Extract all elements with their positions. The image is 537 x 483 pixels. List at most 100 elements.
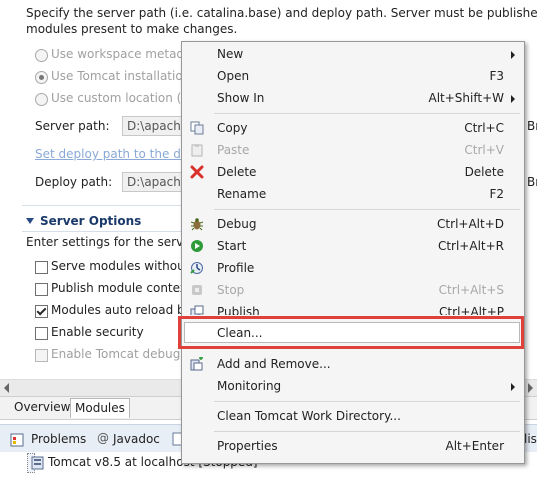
checkbox-enable-tomcat-debug-label: Enable Tomcat debug	[51, 347, 181, 361]
server-list-item[interactable]: Tomcat v8.5 at localhost [Stopped]	[27, 453, 258, 473]
checkbox-enable-security-label: Enable security	[51, 325, 144, 339]
menu-item-publish[interactable]: Publish Ctrl+Alt+P	[182, 301, 524, 315]
submenu-arrow-icon	[511, 95, 515, 103]
menu-item-monitoring[interactable]: Monitoring	[182, 375, 524, 397]
section-divider	[22, 205, 182, 206]
server-locations-description-1: Specify the server path (i.e. catalina.b…	[26, 6, 537, 20]
radio-use-tomcat-installation-label: Use Tomcat installation	[51, 69, 191, 83]
menu-item-new[interactable]: New	[182, 43, 524, 65]
submenu-arrow-icon	[511, 383, 515, 391]
menu-item-copy[interactable]: Copy Ctrl+C	[182, 117, 524, 139]
view-tab-truncated[interactable]: list	[524, 432, 537, 446]
checkbox-serve-modules[interactable]	[35, 261, 48, 274]
menu-item-properties-label: Properties	[217, 439, 278, 453]
menu-item-rename[interactable]: Rename F2	[182, 183, 524, 205]
menu-item-paste-shortcut: Ctrl+V	[464, 143, 504, 157]
menu-item-rename-shortcut: F2	[489, 187, 504, 201]
menu-item-properties-shortcut: Alt+Enter	[445, 439, 504, 453]
stop-icon	[192, 285, 202, 295]
scroll-left-arrow-icon[interactable]	[4, 383, 9, 393]
menu-separator	[214, 209, 520, 210]
menu-item-add-and-remove-label: Add and Remove...	[217, 357, 331, 371]
checkbox-serve-modules-label: Serve modules without	[51, 259, 190, 273]
server-path-field[interactable]: D:\apache	[122, 116, 188, 136]
menu-separator	[214, 113, 520, 114]
browse-server-path-button[interactable]: Br	[527, 119, 537, 133]
profile-icon	[190, 262, 203, 274]
radio-use-workspace[interactable]	[35, 49, 48, 62]
checkbox-modules-auto-reload-label: Modules auto reload b	[51, 303, 185, 317]
submenu-arrow-icon	[511, 51, 515, 59]
menu-item-rename-label: Rename	[217, 187, 267, 201]
checkbox-modules-auto-reload[interactable]	[35, 305, 48, 318]
menu-item-clean-tomcat-work-directory[interactable]: Clean Tomcat Work Directory...	[182, 405, 524, 427]
start-icon	[191, 240, 203, 252]
delete-icon	[190, 165, 204, 179]
highlight-box	[178, 316, 524, 349]
view-tab-problems[interactable]: Problems	[31, 432, 86, 446]
section-header-underline	[22, 231, 182, 232]
checkbox-enable-tomcat-debug[interactable]	[35, 349, 48, 362]
menu-item-start[interactable]: Start Ctrl+Alt+R	[182, 235, 524, 257]
menu-item-delete-label: Delete	[217, 165, 257, 179]
tab-modules[interactable]: Modules	[70, 398, 130, 418]
view-tab-javadoc[interactable]: Javadoc	[113, 432, 160, 446]
copy-icon	[190, 121, 204, 135]
menu-item-stop-shortcut: Ctrl+Alt+S	[438, 283, 504, 297]
server-options-title: Server Options	[40, 214, 142, 228]
problems-icon	[10, 433, 24, 447]
server-locations-description-2: modules present to make changes.	[26, 22, 238, 36]
menu-item-start-shortcut: Ctrl+Alt+R	[437, 239, 504, 253]
menu-item-debug[interactable]: Debug Ctrl+Alt+D	[182, 213, 524, 235]
checkbox-publish-module-contexts-label: Publish module contex	[51, 281, 187, 295]
javadoc-icon: @	[97, 431, 109, 445]
menu-item-debug-label: Debug	[217, 217, 257, 231]
browse-deploy-path-button[interactable]: Br	[527, 175, 537, 189]
menu-item-publish-shortcut: Ctrl+Alt+P	[439, 305, 504, 315]
menu-item-add-and-remove[interactable]: Add and Remove...	[182, 353, 524, 375]
radio-use-tomcat-installation[interactable]	[35, 71, 48, 84]
menu-item-show-in[interactable]: Show In Alt+Shift+W	[182, 87, 524, 109]
menu-item-clean-tomcat-work-directory-label: Clean Tomcat Work Directory...	[217, 409, 401, 423]
menu-item-delete[interactable]: Delete Delete	[182, 161, 524, 183]
menu-item-paste-label: Paste	[217, 143, 250, 157]
radio-use-custom-location-label: Use custom location (c	[51, 91, 188, 105]
radio-use-workspace-label: Use workspace metad	[51, 47, 185, 61]
tab-overview[interactable]: Overview	[10, 398, 75, 418]
menu-item-publish-label: Publish	[217, 305, 260, 315]
menu-item-debug-shortcut: Ctrl+Alt+D	[437, 217, 504, 231]
paste-icon	[191, 144, 203, 157]
radio-use-custom-location[interactable]	[35, 93, 48, 106]
menu-separator	[214, 401, 520, 402]
scroll-right-arrow-icon[interactable]	[528, 383, 533, 393]
menu-item-open-label: Open	[217, 69, 250, 83]
checkbox-enable-security[interactable]	[35, 327, 48, 340]
menu-item-stop[interactable]: Stop Ctrl+Alt+S	[182, 279, 524, 301]
menu-item-stop-label: Stop	[217, 283, 245, 297]
deploy-path-label: Deploy path:	[35, 175, 113, 189]
tomcat-server-icon	[31, 456, 44, 470]
menu-item-delete-shortcut: Delete	[464, 165, 504, 179]
checkbox-publish-module-contexts[interactable]	[35, 283, 48, 296]
menu-item-show-in-shortcut: Alt+Shift+W	[428, 91, 505, 105]
menu-item-paste[interactable]: Paste Ctrl+V	[182, 139, 524, 161]
collapse-triangle-icon	[26, 218, 34, 224]
menu-item-copy-shortcut: Ctrl+C	[464, 121, 504, 135]
deploy-path-field[interactable]: D:\apach	[122, 172, 184, 192]
set-deploy-path-link[interactable]: Set deploy path to the de	[35, 147, 188, 161]
menu-item-profile[interactable]: Profile	[182, 257, 524, 279]
server-path-label: Server path:	[35, 119, 110, 133]
menu-item-start-label: Start	[217, 239, 247, 253]
menu-item-open[interactable]: Open F3	[182, 65, 524, 87]
menu-item-copy-label: Copy	[217, 121, 248, 135]
add-remove-icon	[190, 357, 203, 371]
publish-icon	[190, 305, 204, 315]
menu-item-profile-label: Profile	[217, 261, 255, 275]
menu-item-show-in-label: Show In	[217, 91, 265, 105]
menu-item-open-shortcut: F3	[489, 69, 504, 83]
menu-item-properties[interactable]: Properties Alt+Enter	[182, 435, 524, 457]
server-options-header[interactable]: Server Options	[26, 214, 141, 228]
menu-item-new-label: New	[217, 47, 244, 61]
menu-item-monitoring-label: Monitoring	[217, 379, 282, 393]
debug-icon	[190, 218, 204, 231]
